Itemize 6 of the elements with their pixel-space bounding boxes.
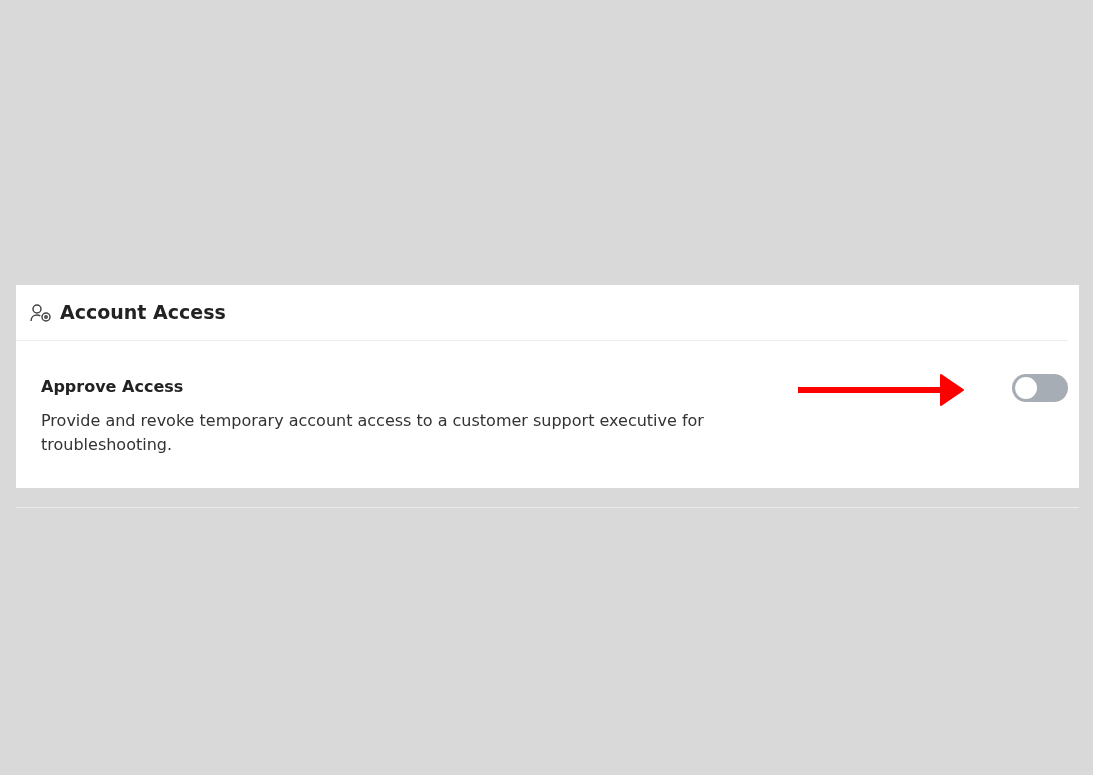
user-settings-icon (30, 302, 52, 323)
setting-description: Provide and revoke temporary account access to a customer support executive for troubleshooting. (41, 410, 705, 456)
toggle-switch[interactable] (1012, 374, 1068, 402)
setting-label: Approve Access (41, 376, 185, 398)
panel-title: Account Access (60, 300, 226, 326)
arrow-icon (798, 374, 964, 406)
